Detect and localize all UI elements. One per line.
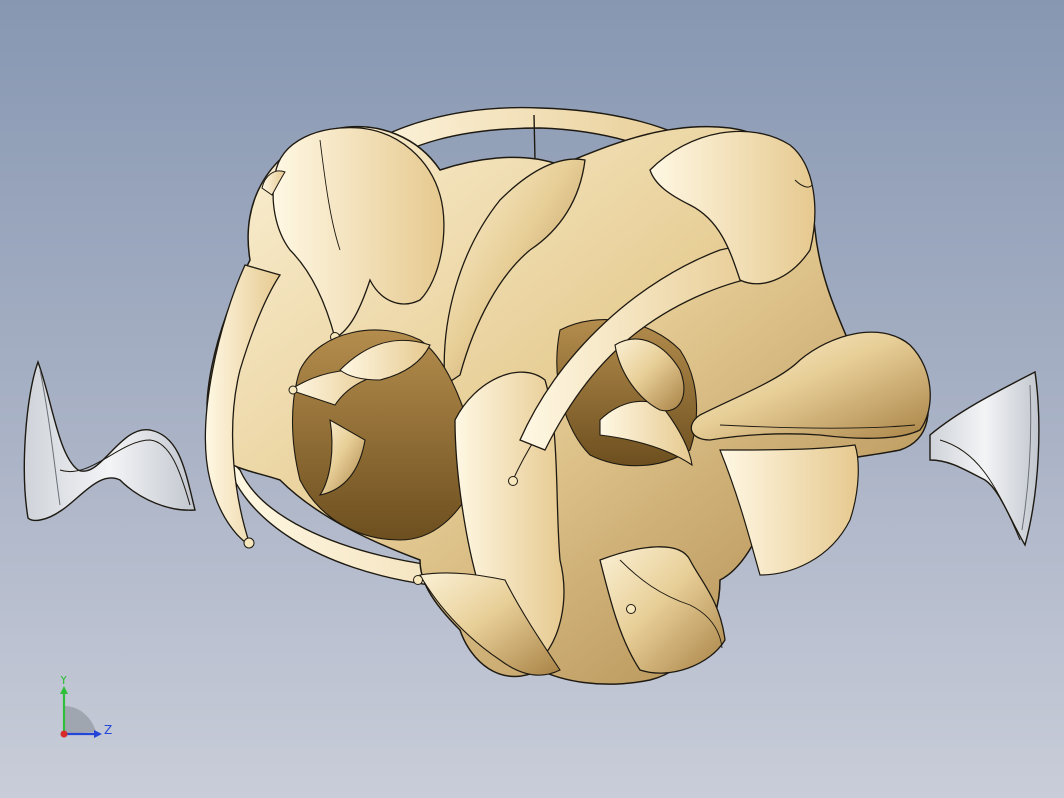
left-fin-surface[interactable] xyxy=(23,359,196,522)
triad-plane-shading xyxy=(64,706,96,734)
3d-model[interactable] xyxy=(0,0,1064,798)
right-fin-surface[interactable] xyxy=(929,370,1040,547)
y-axis-label: Y xyxy=(59,676,68,687)
graphics-viewport[interactable]: Y Z xyxy=(0,0,1064,798)
x-axis-origin xyxy=(60,730,68,738)
z-axis-label: Z xyxy=(104,723,112,737)
coordinate-triad: Y Z xyxy=(59,676,112,738)
